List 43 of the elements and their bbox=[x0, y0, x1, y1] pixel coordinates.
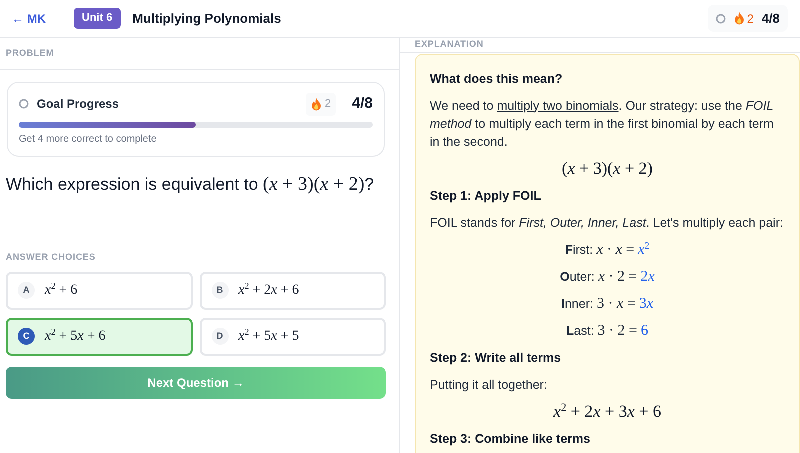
lesson-title: Multiplying Polynomials bbox=[132, 10, 282, 28]
answer-choice[interactable]: A x$^{2}$ + 6 bbox=[6, 272, 192, 310]
answer-choice[interactable]: C x$^{2}$ + 5x + 6 bbox=[6, 318, 192, 356]
choice-letter: A bbox=[18, 282, 35, 299]
foil-step: Outer: x · 2 = 2x bbox=[430, 268, 785, 286]
section-label: PROBLEM bbox=[6, 46, 54, 60]
question-text: Which expression is equivalent to (x + 3)(x + 2)? bbox=[6, 172, 376, 196]
answer-choice[interactable]: D x$^{2}$ + 5x + 5 bbox=[200, 318, 386, 356]
streak-chip: 2 bbox=[306, 93, 336, 116]
math-formula: (x + 3)(x + 2) bbox=[561, 160, 654, 178]
back-link[interactable]: ← MK bbox=[12, 10, 46, 28]
streak-count: 2 bbox=[747, 10, 754, 28]
choice-formula: x$^{2}$ + 5x + 6 bbox=[45, 326, 106, 346]
section-heading: Step 1: Apply FOIL bbox=[430, 188, 542, 204]
unit-badge: Unit 6 bbox=[74, 8, 121, 29]
section-heading: Step 2: Write all terms bbox=[430, 350, 562, 366]
goal-score: 4/8 bbox=[352, 94, 373, 114]
goal-hint: Get 4 more correct to complete bbox=[19, 132, 158, 146]
choice-formula: x$^{2}$ + 2x + 6 bbox=[238, 280, 300, 300]
explanation-text: We need to multiply two binomials. Our strategy: use the FOIL method to multiply each term in the first binomial by each term in the second. bbox=[430, 98, 775, 150]
math-formula: x$^{2}$ + 2x + 3x + 6 bbox=[552, 402, 662, 420]
flame-icon bbox=[311, 98, 322, 111]
explanation-text: FOIL stands for First, Outer, Inner, Last. Let's multiply each pair: bbox=[430, 214, 784, 232]
choice-letter: C bbox=[18, 328, 35, 345]
score: 4/8 bbox=[762, 10, 780, 28]
section-heading: Step 3: Combine like terms bbox=[430, 430, 592, 448]
section-heading: What does this mean? bbox=[430, 70, 564, 88]
choice-letter: D bbox=[212, 328, 228, 345]
foil-step: Last: 3 · 2 = 6 bbox=[430, 322, 785, 340]
choice-formula: x$^{2}$ + 5x + 5 bbox=[238, 326, 300, 346]
circle-icon bbox=[716, 14, 726, 24]
answer-choice[interactable]: B x$^{2}$ + 2x + 6 bbox=[200, 272, 386, 310]
circle-icon bbox=[19, 99, 29, 110]
choice-formula: x$^{2}$ + 6 bbox=[45, 280, 78, 300]
foil-step: Inner: 3 · x = 3x bbox=[430, 294, 785, 312]
section-label: EXPLANATION bbox=[415, 38, 484, 51]
foil-step: First: x · x = x$^{2}$ bbox=[430, 240, 785, 258]
goal-title: Goal Progress bbox=[37, 96, 120, 114]
concept-link[interactable]: multiply two binomials bbox=[497, 98, 619, 112]
explanation-text: Putting it all together: bbox=[430, 376, 548, 394]
flame-icon bbox=[734, 12, 746, 25]
choice-letter: B bbox=[212, 282, 228, 299]
section-label: ANSWER CHOICES bbox=[6, 251, 97, 264]
